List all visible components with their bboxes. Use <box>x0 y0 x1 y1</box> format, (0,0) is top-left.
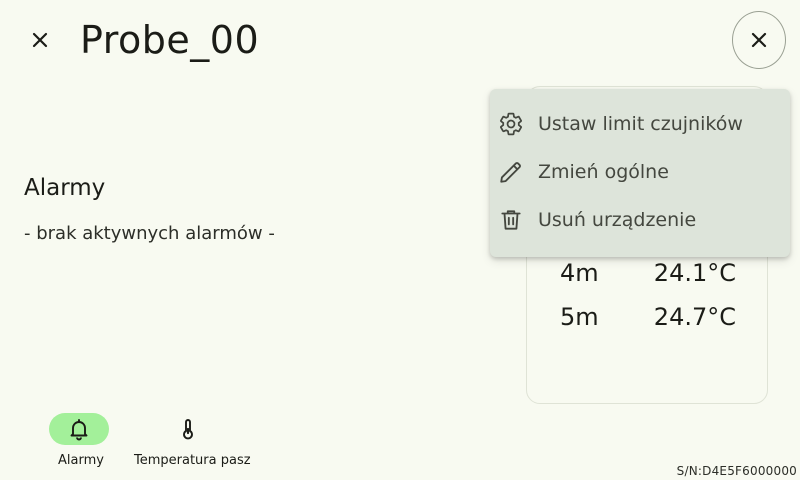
menu-item-label: Usuń urządzenie <box>538 209 697 231</box>
temperature-row: 5m 24.7°C <box>560 301 736 333</box>
temperature-row: 4m 24.1°C <box>560 257 736 289</box>
nav-label: Temperatura pasz <box>134 453 251 468</box>
alarms-heading: Alarmy <box>24 175 106 201</box>
nav-label: Alarmy <box>58 453 104 468</box>
thermometer-icon <box>183 419 193 440</box>
alarms-empty-text: - brak aktywnych alarmów - <box>24 223 275 244</box>
serial-number: S/N:D4E5F6000000 <box>676 464 797 478</box>
menu-item-edit-general[interactable]: Zmień ogólne <box>490 148 790 196</box>
bell-icon <box>70 419 88 441</box>
menu-item-label: Zmień ogólne <box>538 161 669 183</box>
nav-active-indicator <box>49 413 109 445</box>
page-title: Probe_00 <box>80 18 260 62</box>
close-icon <box>751 32 767 48</box>
menu-item-delete-device[interactable]: Usuń urządzenie <box>490 196 790 244</box>
back-close-button[interactable] <box>16 16 64 64</box>
options-menu: Ustaw limit czujników Zmień ogólne Usuń … <box>490 89 790 257</box>
app-root: Probe_00 Alarmy - brak aktywnych alarmów… <box>0 0 800 480</box>
nav-icon-container <box>158 413 218 445</box>
menu-item-set-sensor-limit[interactable]: Ustaw limit czujników <box>490 100 790 148</box>
depth-label: 5m <box>560 303 599 331</box>
nav-item-feed-temperature[interactable]: Temperatura pasz <box>134 412 251 472</box>
menu-item-label: Ustaw limit czujników <box>538 113 743 135</box>
nav-item-alarms[interactable]: Alarmy <box>49 412 109 472</box>
close-menu-button[interactable] <box>732 11 786 69</box>
depth-label: 4m <box>560 259 599 287</box>
temperature-value: 24.7°C <box>653 303 736 331</box>
close-icon <box>32 32 48 48</box>
temperature-value: 24.1°C <box>653 259 736 287</box>
